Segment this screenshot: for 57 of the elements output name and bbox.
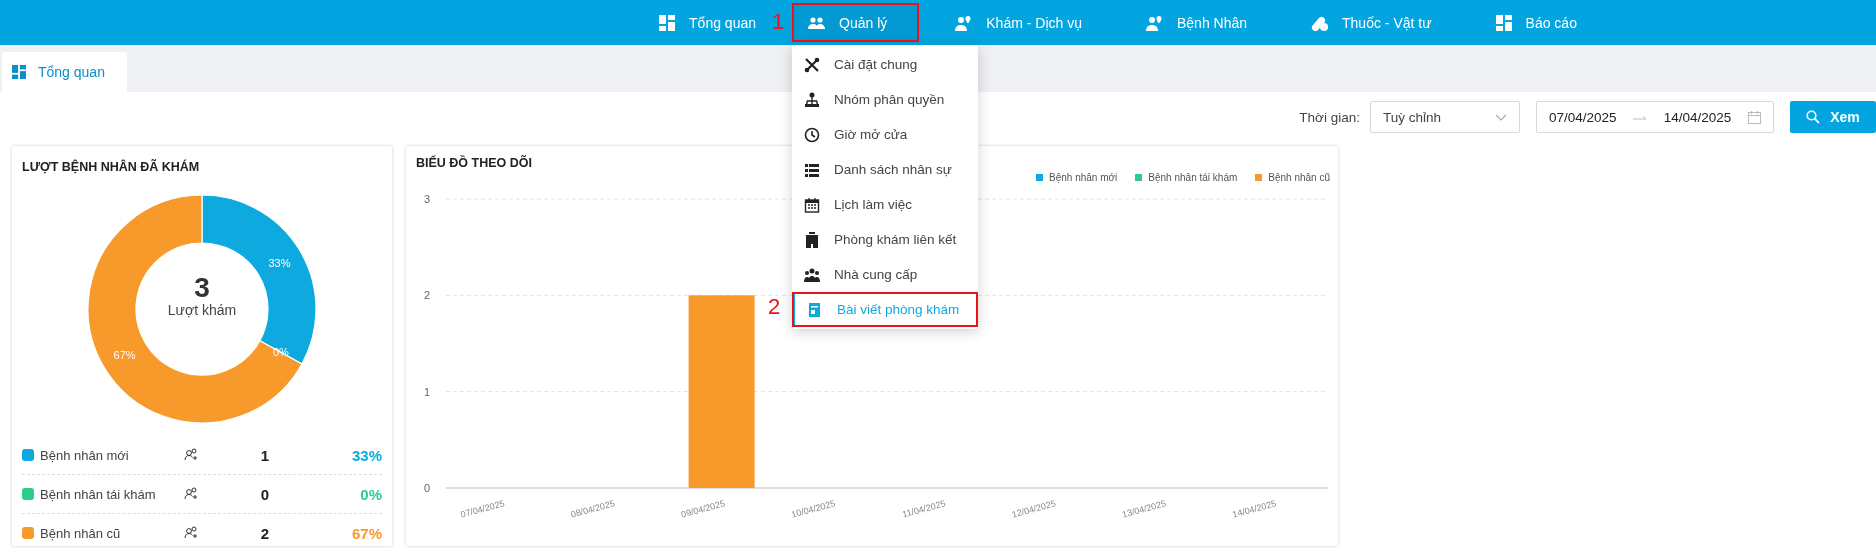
callout-number: 1 xyxy=(772,9,785,35)
slice-label: 0% xyxy=(272,346,289,359)
count-value: 1 xyxy=(259,446,271,464)
dashboard-icon xyxy=(1495,14,1512,31)
search-icon xyxy=(1806,110,1821,124)
y-tick-label: 2 xyxy=(423,289,430,302)
calendar-icon xyxy=(1748,110,1761,124)
clock-icon xyxy=(804,126,820,143)
hierarchy-icon xyxy=(804,91,820,108)
doctor-icon xyxy=(1145,14,1163,31)
y-tick-label: 0 xyxy=(423,482,430,494)
menu-item[interactable]: Danh sách nhân sự xyxy=(792,152,978,187)
legend-label: Bệnh nhân cũ xyxy=(1268,172,1330,183)
tools-icon xyxy=(804,56,820,73)
people-icon xyxy=(804,266,820,283)
list-icon xyxy=(804,161,820,178)
building-icon xyxy=(804,231,820,248)
tab[interactable]: Tổng quan xyxy=(2,52,127,92)
callout-number: 2 xyxy=(768,294,781,320)
menu-item[interactable]: Lịch làm việc xyxy=(792,187,978,222)
slice-label: 67% xyxy=(113,348,136,361)
user-add-icon xyxy=(184,526,198,540)
dashboard-icon xyxy=(12,65,26,79)
document-icon xyxy=(807,301,823,318)
legend-label: Bệnh nhân tái khám xyxy=(40,486,157,502)
date-range-field[interactable]: 07/04/2025 14/04/2025 xyxy=(1536,101,1774,133)
period-dropdown[interactable]: Tuỳ chỉnh xyxy=(1370,101,1520,133)
total-count: 3 xyxy=(194,274,210,302)
y-tick-label: 1 xyxy=(423,385,430,398)
menu-item[interactable]: Nhà cung cấp xyxy=(792,257,978,292)
dashboard-icon xyxy=(659,14,676,31)
menu-item[interactable]: Cài đặt chung xyxy=(792,47,978,82)
count-value: 0 xyxy=(259,485,271,503)
legend-label: Bệnh nhân mới xyxy=(40,447,130,463)
user-add-icon xyxy=(184,448,198,462)
y-tick-label: 3 xyxy=(423,193,430,205)
menu-item[interactable]: Giờ mở cửa xyxy=(792,117,978,152)
percent-value: 0% xyxy=(359,485,382,503)
legend-label: Bệnh nhân cũ xyxy=(40,525,122,541)
count-value: 2 xyxy=(259,524,271,542)
chevron-down-icon xyxy=(1495,113,1507,121)
total-label: Lượt khám xyxy=(167,302,237,318)
percent-value: 67% xyxy=(350,524,382,542)
card-title: LƯỢT BỆNH NHÂN ĐÃ KHÁM xyxy=(22,160,201,174)
doctor-icon xyxy=(955,14,973,31)
user-add-icon xyxy=(184,487,198,501)
legend-label: Bệnh nhân mới xyxy=(1049,172,1118,183)
pills-icon xyxy=(1311,14,1329,31)
people-icon xyxy=(808,16,825,29)
percent-value: 33% xyxy=(350,446,382,464)
menu-item[interactable]: Nhóm phân quyền xyxy=(792,82,978,117)
menu-item[interactable]: Phòng khám liên kết xyxy=(792,222,978,257)
period-label: Thời gian: xyxy=(1299,109,1360,125)
calendar-icon xyxy=(804,196,820,213)
slice-label: 33% xyxy=(268,257,291,270)
card-title: BIỂU ĐỒ THEO DÕI xyxy=(416,156,532,170)
legend-label: Bệnh nhân tái khám xyxy=(1148,172,1238,183)
